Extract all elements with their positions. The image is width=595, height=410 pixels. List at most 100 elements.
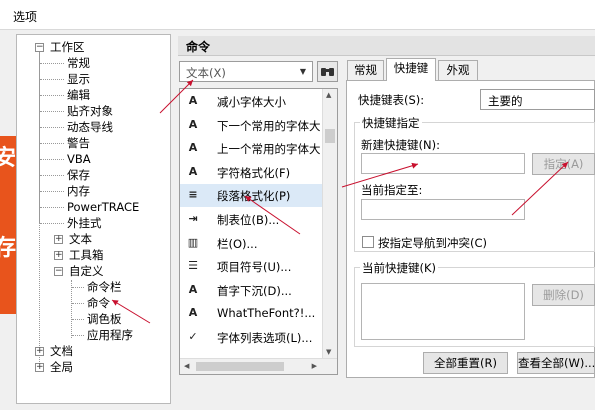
tab-general[interactable]: 常规 [347, 60, 384, 80]
font-list-icon: ✓ [188, 330, 198, 343]
command-item-label: 上一个常用的字体大 [217, 142, 321, 157]
category-combo[interactable]: 文本(X) ▼ [179, 61, 313, 82]
shortcut-table-value: 主要的 [488, 94, 523, 108]
command-item[interactable]: A WhatTheFont?!... [180, 302, 323, 325]
tree-item-label: 动态导线 [67, 120, 113, 134]
new-shortcut-input[interactable] [361, 153, 525, 174]
command-item-label: WhatTheFont?!... [217, 306, 316, 321]
tree-item-label: 自定义 [69, 264, 104, 278]
tree-item[interactable]: 工具箱 [69, 247, 104, 263]
expand-icon[interactable]: + [35, 347, 44, 356]
tree-item-label: 文本 [69, 232, 92, 246]
overlay-glyph-1: 安 [0, 146, 17, 171]
bullets-icon: ☰ [188, 259, 198, 273]
tree-item[interactable]: 常规 [67, 55, 90, 71]
command-item-label: 字符格式化(F) [217, 165, 291, 180]
shrink-font-icon: A [188, 94, 198, 107]
command-item-label: 项目符号(U)... [217, 260, 292, 275]
nav-conflict-label: 按指定导航到冲突(C) [378, 236, 488, 250]
tree-item[interactable]: VBA [67, 151, 91, 167]
command-item[interactable]: ≡ 段落格式化(P) [180, 184, 323, 208]
tree-item[interactable]: 自定义 [69, 263, 104, 279]
tree-item-label: 显示 [67, 72, 90, 86]
tree-item[interactable]: 工作区 [50, 39, 85, 55]
window-titlebar: 选项 [0, 0, 595, 30]
command-item[interactable]: A 字符格式化(F) [180, 161, 323, 184]
hscroll-thumb[interactable] [196, 362, 284, 371]
tree-item-label: 工具箱 [69, 248, 104, 262]
tree-item-label: 命令 [87, 296, 110, 310]
tree-item-label: 保存 [67, 168, 90, 182]
tree-item[interactable]: 内存 [67, 183, 90, 199]
command-item-label: 制表位(B)... [217, 213, 280, 227]
tree-item[interactable]: 文本 [69, 231, 92, 247]
panel-title: 命令 [186, 40, 211, 54]
collapse-icon[interactable]: − [35, 43, 44, 52]
command-item-label: 首字下沉(D)... [217, 283, 292, 298]
tab-appearance[interactable]: 外观 [438, 60, 478, 80]
command-item-label: 栏(O)... [217, 236, 258, 251]
tree-item[interactable]: 警告 [67, 135, 90, 151]
tree-item[interactable]: 动态导线 [67, 119, 113, 135]
tree-item-label: 文档 [50, 344, 73, 358]
command-item-label: 减小字体大小 [217, 95, 286, 109]
command-list[interactable]: ✓ 字体列表选项(L)... A WhatTheFont?!... A 首字下沉(D)..… [179, 88, 338, 375]
tree-item-label: 编辑 [67, 88, 90, 102]
options-tree[interactable]: 工作区 − 常规 显示 编辑 贴齐对象 动态导线 警告 VBA 保存 内存 PowerTRACE 外挂式… [16, 34, 171, 404]
command-item-label: 字体列表选项(L)... [217, 331, 313, 345]
expand-icon[interactable]: + [54, 235, 63, 244]
prev-font-size-icon: A [188, 141, 198, 155]
command-item[interactable]: A 下一个常用的字体大 [180, 114, 323, 137]
tree-item[interactable]: 外挂式 [67, 215, 102, 231]
tree-item[interactable]: 贴齐对象 [67, 103, 113, 119]
panel-header: 命令 [178, 36, 595, 56]
tree-item[interactable]: 调色板 [87, 311, 122, 327]
tree-item[interactable]: 编辑 [67, 87, 90, 103]
command-item[interactable]: A 上一个常用的字体大 [180, 137, 323, 160]
tree-item-label: 警告 [67, 136, 90, 150]
tree-item[interactable]: PowerTRACE [67, 199, 139, 215]
command-item[interactable]: ✓ 字体列表选项(L)... [180, 326, 323, 349]
tree-item-label: 工作区 [50, 40, 85, 54]
expand-icon[interactable]: + [54, 251, 63, 260]
tree-item-label: 全局 [50, 360, 73, 374]
assign-group-label: 快捷键指定 [360, 115, 422, 131]
tree-item[interactable]: 命令栏 [87, 279, 122, 295]
tree-item[interactable]: 命令 [87, 295, 110, 311]
tree-item[interactable]: 全局 [50, 359, 73, 375]
collapse-icon[interactable]: − [54, 267, 63, 276]
assign-button[interactable]: 指定(A) [532, 153, 595, 175]
current-shortcuts-list[interactable] [361, 283, 525, 340]
command-item[interactable]: ☰ 项目符号(U)... [180, 255, 323, 278]
command-item[interactable]: ⇥ 制表位(B)... [180, 208, 323, 231]
tree-item-label: 应用程序 [87, 328, 133, 342]
tree-item[interactable]: 显示 [67, 71, 90, 87]
command-list-vscrollbar[interactable]: ▲ ▼ [322, 89, 337, 358]
command-list-hscrollbar[interactable]: ◀ ▶ [180, 358, 337, 374]
tree-item[interactable]: 保存 [67, 167, 90, 183]
tree-item-label: 内存 [67, 184, 90, 198]
binoculars-icon[interactable] [317, 61, 338, 82]
drop-cap-icon: A [188, 282, 198, 296]
tab-shortcuts[interactable]: 快捷键 [386, 58, 436, 81]
command-item[interactable]: A 减小字体大小 [180, 90, 323, 113]
shortcut-table-select[interactable]: 主要的 [480, 89, 595, 110]
expand-icon[interactable]: + [35, 363, 44, 372]
command-item[interactable]: ▥ 栏(O)... [180, 232, 323, 255]
next-font-size-icon: A [188, 117, 198, 131]
shortcut-table-label: 快捷键表(S): [358, 93, 425, 107]
tree-item-label: PowerTRACE [67, 200, 140, 214]
currently-assigned-field [361, 199, 525, 220]
command-item[interactable]: A 首字下沉(D)... [180, 279, 323, 302]
window-title: 选项 [13, 10, 38, 24]
nav-conflict-checkbox[interactable] [362, 236, 374, 248]
tree-item[interactable]: 应用程序 [87, 327, 133, 343]
view-all-button[interactable]: 查看全部(W)... [517, 352, 595, 374]
command-item-label: 段落格式化(P) [217, 189, 291, 204]
reset-all-button[interactable]: 全部重置(R) [423, 352, 508, 374]
delete-button[interactable]: 删除(D) [532, 284, 595, 306]
tree-item-label: 调色板 [87, 312, 122, 326]
tree-item-label: 贴齐对象 [67, 104, 113, 118]
scroll-thumb[interactable] [325, 129, 335, 143]
tree-item[interactable]: 文档 [50, 343, 73, 359]
